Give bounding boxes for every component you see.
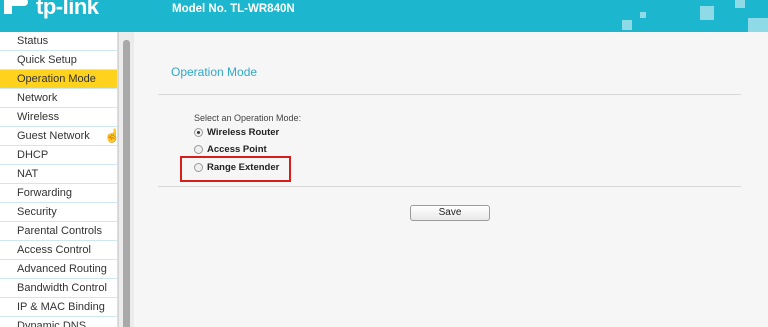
radio-wireless-router[interactable] xyxy=(194,128,203,137)
header-decoration xyxy=(735,0,745,8)
tp-link-logo[interactable]: tp-link xyxy=(0,0,99,20)
sidebar-menu: Status Quick Setup Operation Mode Networ… xyxy=(0,32,120,327)
scrollbar-thumb[interactable] xyxy=(123,40,130,327)
title-divider xyxy=(158,94,741,95)
logo-text: tp-link xyxy=(36,0,99,19)
sidebar-item-dhcp[interactable]: DHCP xyxy=(0,146,117,165)
radio-access-point[interactable] xyxy=(194,145,203,154)
sidebar-scrollbar[interactable] xyxy=(118,32,134,327)
sidebar-item-parental-controls[interactable]: Parental Controls xyxy=(0,222,117,241)
sidebar-item-guest-network[interactable]: Guest Network xyxy=(0,127,117,146)
sidebar-item-dynamic-dns[interactable]: Dynamic DNS xyxy=(0,317,117,327)
range-extender-highlight-box xyxy=(180,156,291,182)
sidebar-item-nat[interactable]: NAT xyxy=(0,165,117,184)
sidebar-item-network[interactable]: Network xyxy=(0,89,117,108)
option-label: Wireless Router xyxy=(207,127,280,138)
sidebar-item-bandwidth-control[interactable]: Bandwidth Control xyxy=(0,279,117,298)
sidebar-item-security[interactable]: Security xyxy=(0,203,117,222)
header-decoration xyxy=(640,12,646,18)
option-label: Access Point xyxy=(207,144,267,155)
operation-mode-prompt: Select an Operation Mode: xyxy=(194,113,302,123)
sidebar-item-status[interactable]: Status xyxy=(0,32,117,51)
sidebar-item-advanced-routing[interactable]: Advanced Routing xyxy=(0,260,117,279)
header-decoration xyxy=(622,20,632,30)
model-number: Model No. TL-WR840N xyxy=(172,3,295,15)
sidebar-item-wireless[interactable]: Wireless xyxy=(0,108,117,127)
option-wireless-router[interactable]: Wireless Router xyxy=(194,127,279,138)
header-decoration xyxy=(700,6,714,20)
sidebar-item-forwarding[interactable]: Forwarding xyxy=(0,184,117,203)
save-button[interactable]: Save xyxy=(410,205,490,221)
page-title: Operation Mode xyxy=(171,65,258,79)
option-access-point[interactable]: Access Point xyxy=(194,144,267,155)
tp-link-logo-icon xyxy=(0,0,32,20)
options-divider xyxy=(158,186,741,187)
sidebar-item-quick-setup[interactable]: Quick Setup xyxy=(0,51,117,70)
header-bar: tp-link Model No. TL-WR840N xyxy=(0,0,768,32)
header-decoration xyxy=(748,18,768,32)
main-content: Operation Mode Select an Operation Mode:… xyxy=(134,32,768,327)
sidebar-item-ip-mac-binding[interactable]: IP & MAC Binding xyxy=(0,298,117,317)
sidebar-item-access-control[interactable]: Access Control xyxy=(0,241,117,260)
sidebar-item-operation-mode[interactable]: Operation Mode xyxy=(0,70,117,89)
